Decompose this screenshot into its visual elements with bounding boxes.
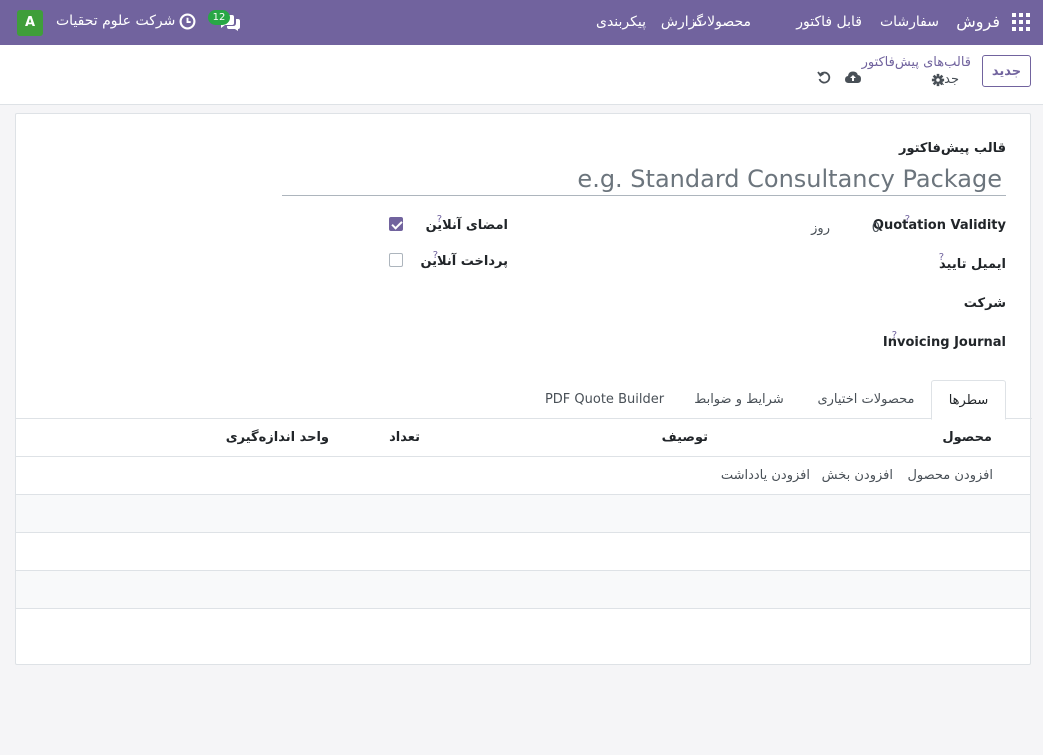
messages-count-badge: 12 bbox=[208, 10, 230, 25]
help-icon[interactable]: ? bbox=[437, 214, 442, 225]
control-panel: جدید قالب‌های پیش‌فاکتور جدید bbox=[0, 45, 1043, 105]
online-payment-checkbox[interactable] bbox=[389, 253, 403, 267]
quotation-validity-value[interactable]: 0 bbox=[872, 221, 880, 236]
app-brand[interactable]: فروش bbox=[956, 12, 1000, 31]
column-quantity[interactable]: تعداد bbox=[389, 430, 420, 445]
discard-icon[interactable] bbox=[817, 70, 831, 84]
add-section-link[interactable]: افزودن بخش bbox=[822, 468, 893, 483]
avatar[interactable]: A bbox=[17, 10, 43, 36]
app-grid-icon[interactable] bbox=[1012, 13, 1030, 31]
help-icon[interactable]: ? bbox=[939, 252, 944, 263]
table-row bbox=[16, 571, 1030, 609]
quotation-validity-label: Quotation Validity bbox=[872, 218, 1006, 233]
template-name-label: قالب پیش‌فاکتور bbox=[898, 141, 1006, 156]
table-row bbox=[16, 533, 1030, 571]
breadcrumb[interactable]: قالب‌های پیش‌فاکتور bbox=[862, 55, 971, 70]
tab-lines[interactable]: سطرها bbox=[931, 380, 1006, 420]
add-note-link[interactable]: افزودن یادداشت bbox=[721, 468, 810, 483]
menu-item-orders[interactable]: سفارشات bbox=[880, 14, 939, 30]
notebook-tabs: سطرها محصولات اختیاری شرایط و ضوابط PDF … bbox=[16, 380, 1032, 420]
cloud-upload-icon[interactable] bbox=[844, 70, 862, 84]
help-icon[interactable]: ? bbox=[433, 250, 438, 261]
add-product-link[interactable]: افزودن محصول bbox=[907, 468, 993, 483]
confirmation-email-label: ایمیل تایید bbox=[939, 257, 1006, 272]
new-button[interactable]: جدید bbox=[982, 55, 1031, 87]
clock-icon[interactable] bbox=[179, 13, 196, 30]
form-sheet: قالب پیش‌فاکتور Quotation Validity ? 0 ر… bbox=[15, 113, 1032, 665]
invoicing-journal-label: Invoicing Journal bbox=[882, 335, 1006, 350]
column-uom[interactable]: واحد اندازه‌گیری bbox=[226, 430, 329, 445]
menu-item-to-invoice[interactable]: قابل فاکتور bbox=[796, 14, 862, 30]
company-switcher[interactable]: شرکت علوم تحقیات bbox=[56, 13, 175, 29]
menu-item-configuration[interactable]: پیکربندی bbox=[596, 14, 646, 30]
add-line-row: افزودن محصول افزودن بخش افزودن یادداشت bbox=[16, 457, 1030, 495]
table-row bbox=[16, 495, 1030, 533]
column-description[interactable]: توصیف bbox=[662, 430, 708, 445]
help-icon[interactable]: ? bbox=[892, 330, 897, 341]
tab-terms-conditions[interactable]: شرایط و ضوابط bbox=[678, 380, 800, 419]
help-icon[interactable]: ? bbox=[905, 214, 910, 225]
company-label: شرکت bbox=[963, 296, 1006, 311]
quotation-validity-unit: روز bbox=[811, 221, 830, 236]
template-name-input[interactable] bbox=[282, 162, 1006, 196]
top-navbar: فروش سفارشات قابل فاکتور محصولات گزارش پ… bbox=[0, 0, 1043, 45]
gear-icon[interactable] bbox=[931, 73, 945, 87]
lines-table-header: محصول توصیف تعداد واحد اندازه‌گیری bbox=[16, 419, 1030, 457]
online-signature-checkbox[interactable] bbox=[389, 217, 403, 231]
column-product[interactable]: محصول bbox=[942, 430, 992, 445]
menu-item-reporting[interactable]: گزارش bbox=[661, 14, 703, 30]
tab-optional-products[interactable]: محصولات اختیاری bbox=[801, 380, 931, 419]
tab-pdf-quote-builder[interactable]: PDF Quote Builder bbox=[532, 380, 677, 419]
